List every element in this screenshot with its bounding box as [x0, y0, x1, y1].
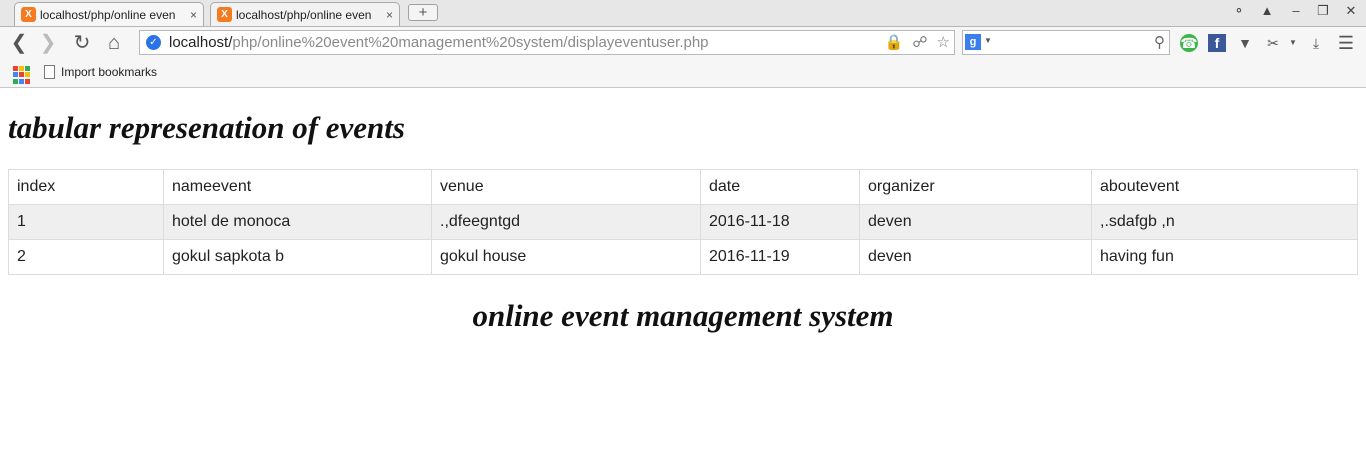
chat-bubble-icon[interactable]: ⚬: [1229, 3, 1249, 19]
reload-icon[interactable]: ↻: [70, 32, 94, 56]
share-icon[interactable]: ☍: [912, 33, 927, 51]
cell-date: 2016-11-19: [700, 239, 860, 275]
page-content: tabular represenation of events index na…: [0, 109, 1366, 335]
column-header-aboutevent: aboutevent: [1091, 169, 1358, 205]
search-box[interactable]: g ▼ ⚲: [962, 30, 1170, 55]
column-header-venue: venue: [431, 169, 701, 205]
restore-icon[interactable]: ❐: [1313, 3, 1333, 19]
events-table: index nameevent venue date organizer abo…: [8, 169, 1358, 275]
tab-close-icon[interactable]: ×: [190, 8, 197, 22]
cell-venue: .,dfeegntgd: [431, 204, 701, 240]
new-tab-button[interactable]: +: [408, 4, 438, 21]
minimize-icon[interactable]: –: [1286, 3, 1306, 18]
bookmarks-bar: Import bookmarks: [0, 60, 1366, 88]
cell-aboutevent: having fun: [1091, 239, 1358, 275]
secure-check-icon: ✓: [146, 35, 161, 50]
column-header-organizer: organizer: [859, 169, 1092, 205]
tab-title: localhost/php/online even: [40, 7, 176, 22]
browser-tab-1[interactable]: X localhost/php/online even ×: [14, 2, 204, 26]
column-header-nameevent: nameevent: [163, 169, 432, 205]
home-icon[interactable]: ⌂: [102, 32, 126, 56]
tab-title: localhost/php/online even: [236, 7, 372, 22]
page-heading: tabular represenation of events: [8, 110, 405, 145]
whatsapp-icon[interactable]: ☎: [1180, 34, 1198, 52]
lock-icon[interactable]: 🔒: [885, 33, 904, 51]
import-bookmarks-link[interactable]: Import bookmarks: [44, 65, 157, 79]
cell-aboutevent: ,.sdafgb ,n: [1091, 204, 1358, 240]
facebook-icon[interactable]: f: [1208, 34, 1226, 52]
xampp-favicon-icon: X: [21, 7, 36, 22]
apps-icon[interactable]: [13, 66, 31, 84]
forward-icon[interactable]: ❯: [36, 32, 60, 56]
browser-toolbar: ❮ ❯ ↻ ⌂ ✓ localhost/ php/online%20event%…: [0, 27, 1366, 60]
cell-organizer: deven: [859, 239, 1092, 275]
xampp-favicon-icon: X: [217, 7, 232, 22]
table-row: 2 gokul sapkota b gokul house 2016-11-19…: [8, 239, 1358, 275]
url-path: php/online%20event%20management%20system…: [232, 34, 709, 51]
browser-tab-2[interactable]: X localhost/php/online even ×: [210, 2, 400, 26]
bookmark-star-icon[interactable]: ☆: [937, 33, 950, 51]
chevron-down-icon[interactable]: ▼: [984, 36, 992, 45]
scissors-icon[interactable]: ✂: [1264, 34, 1282, 52]
document-icon: [44, 65, 55, 79]
cell-venue: gokul house: [431, 239, 701, 275]
cell-index: 1: [8, 204, 164, 240]
search-icon[interactable]: ⚲: [1154, 33, 1165, 51]
import-bookmarks-label: Import bookmarks: [61, 65, 158, 79]
chevron-down-icon[interactable]: ▼: [1284, 34, 1302, 52]
cell-index: 2: [8, 239, 164, 275]
google-icon[interactable]: g: [965, 34, 981, 50]
column-header-date: date: [700, 169, 860, 205]
table-header-row: index nameevent venue date organizer abo…: [8, 169, 1358, 205]
close-window-icon[interactable]: ✕: [1341, 3, 1361, 19]
cell-nameevent: gokul sapkota b: [163, 239, 432, 275]
download-helper-icon[interactable]: ▼: [1236, 34, 1254, 52]
tab-strip: X localhost/php/online even × X localhos…: [0, 0, 1366, 27]
tab-close-icon[interactable]: ×: [386, 8, 393, 22]
menu-icon[interactable]: ☰: [1337, 34, 1355, 52]
download-icon[interactable]: ⤓: [1307, 34, 1325, 52]
footer-title: online event management system: [472, 298, 894, 333]
pin-icon[interactable]: ▲: [1257, 3, 1277, 18]
url-host: localhost/: [169, 34, 233, 51]
back-icon[interactable]: ❮: [7, 32, 31, 56]
cell-organizer: deven: [859, 204, 1092, 240]
column-header-index: index: [8, 169, 164, 205]
table-row: 1 hotel de monoca .,dfeegntgd 2016-11-18…: [8, 204, 1358, 240]
cell-nameevent: hotel de monoca: [163, 204, 432, 240]
address-bar[interactable]: ✓ localhost/ php/online%20event%20manage…: [139, 30, 955, 55]
cell-date: 2016-11-18: [700, 204, 860, 240]
